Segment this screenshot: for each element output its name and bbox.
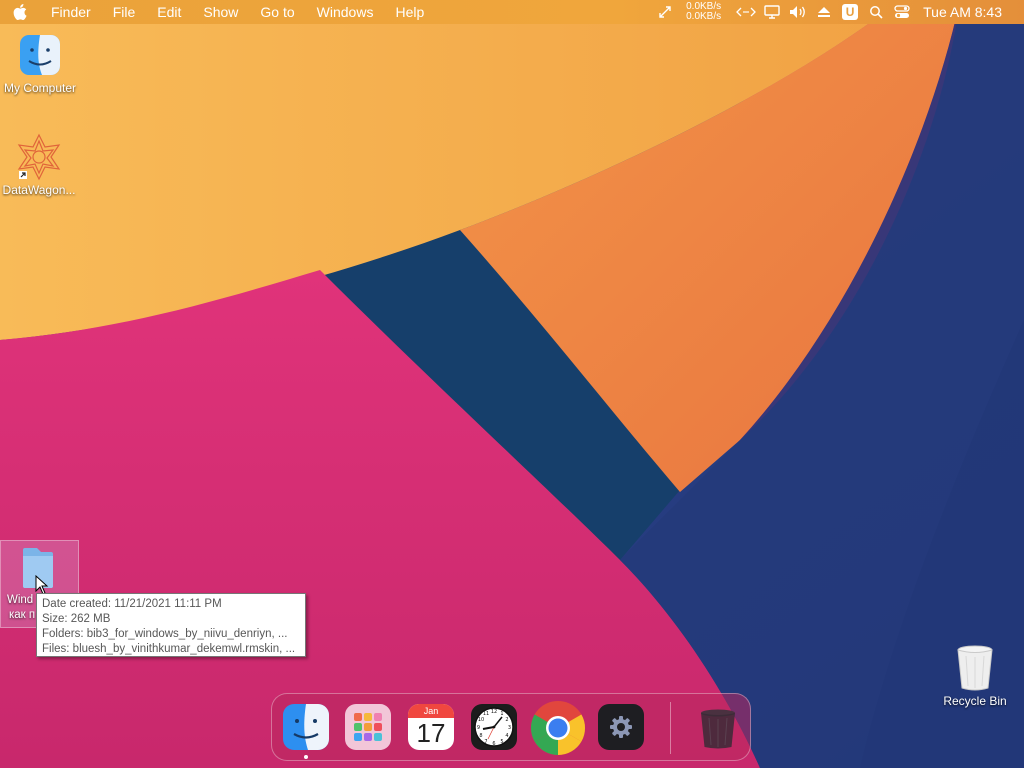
tooltip-date-created: Date created: 11/21/2021 11:11 PM: [42, 598, 222, 610]
menu-finder[interactable]: Finder: [40, 0, 102, 24]
tooltip-folders: Folders: bib3_for_windows_by_niivu_denri…: [42, 628, 288, 640]
dock-trash[interactable]: [695, 704, 741, 750]
calendar-month: Jan: [408, 704, 454, 718]
desktop-icon-label-line2: как п: [9, 609, 36, 621]
net-down-speed: 0.0KB/s: [686, 11, 722, 22]
control-center-icon[interactable]: [889, 0, 915, 24]
desktop-icon-label: My Computer: [3, 81, 77, 95]
menu-show[interactable]: Show: [192, 0, 249, 24]
gear-icon: [610, 716, 632, 738]
desktop-icon-label: DataWagon...: [2, 183, 76, 197]
dock-system-preferences[interactable]: [598, 704, 644, 750]
u-app-icon[interactable]: U: [837, 0, 863, 24]
code-brackets-icon[interactable]: [733, 0, 759, 24]
arrows-icon[interactable]: [652, 0, 678, 24]
clock-icon: 12 123 4567 891011: [474, 707, 514, 747]
apple-menu-icon[interactable]: [0, 0, 40, 24]
finder-icon: [283, 704, 329, 750]
trash-icon: [701, 709, 735, 749]
menubar-clock[interactable]: Tue AM 8:43: [923, 4, 1002, 20]
desktop-icon-label: Recycle Bin: [943, 694, 1007, 708]
svg-text:4: 4: [505, 733, 508, 739]
search-icon[interactable]: [863, 0, 889, 24]
svg-text:8: 8: [479, 733, 482, 739]
tooltip-size: Size: 262 MB: [42, 613, 111, 625]
svg-text:10: 10: [478, 717, 484, 723]
network-speed: 0.0KB/s 0.0KB/s: [686, 2, 721, 22]
finder-icon: [20, 35, 60, 75]
desktop-icon-label-line1: Wind: [7, 594, 34, 606]
tooltip-files: Files: bluesh_by_vinithkumar_dekemwl.rms…: [42, 643, 296, 655]
menu-bar: Finder File Edit Show Go to Windows Help…: [0, 0, 1024, 24]
desktop-icon-recycle-bin[interactable]: Recycle Bin: [935, 644, 1015, 708]
launchpad-icon: [354, 713, 382, 741]
dock-running-indicator: [304, 755, 308, 759]
status-tray: 0.0KB/s 0.0KB/s U Tue AM 8:43: [652, 0, 1024, 24]
svg-text:7: 7: [484, 739, 487, 745]
display-icon[interactable]: [759, 0, 785, 24]
dock: Jan 17 12 1 2 3 4567 8 9 10 11: [271, 693, 751, 761]
svg-text:6: 6: [492, 741, 495, 747]
datawagon-icon: [17, 133, 61, 181]
dock-separator: [670, 702, 671, 754]
svg-text:2: 2: [505, 717, 508, 723]
desktop-icon-datawagon[interactable]: DataWagon...: [0, 133, 79, 197]
calendar-day: 17: [416, 718, 446, 748]
dock-launchpad[interactable]: [345, 704, 391, 750]
svg-text:11: 11: [483, 711, 489, 717]
dock-finder[interactable]: [283, 704, 329, 750]
chrome-icon: [530, 701, 586, 755]
svg-text:3: 3: [508, 725, 511, 731]
dock-calendar[interactable]: Jan 17: [408, 704, 454, 750]
svg-text:5: 5: [500, 739, 503, 745]
calendar-icon: Jan 17: [408, 704, 454, 750]
dock-chrome[interactable]: [530, 700, 586, 756]
volume-icon[interactable]: [785, 0, 811, 24]
menu-file[interactable]: File: [102, 0, 147, 24]
svg-text:9: 9: [477, 725, 480, 731]
menu-go-to[interactable]: Go to: [249, 0, 305, 24]
svg-text:1: 1: [500, 711, 503, 717]
menu-help[interactable]: Help: [384, 0, 435, 24]
menu-edit[interactable]: Edit: [146, 0, 192, 24]
eject-icon[interactable]: [811, 0, 837, 24]
desktop-icon-my-computer[interactable]: My Computer: [0, 33, 80, 95]
svg-text:12: 12: [491, 709, 497, 715]
dock-clock[interactable]: 12 1 2 3 4567 8 9 10 11: [471, 704, 517, 750]
menu-windows[interactable]: Windows: [306, 0, 385, 24]
recycle-bin-icon: [957, 645, 993, 691]
mouse-cursor-icon: [35, 575, 49, 595]
folder-info-tooltip: Date created: 11/21/2021 11:11 PM Size: …: [36, 593, 306, 657]
